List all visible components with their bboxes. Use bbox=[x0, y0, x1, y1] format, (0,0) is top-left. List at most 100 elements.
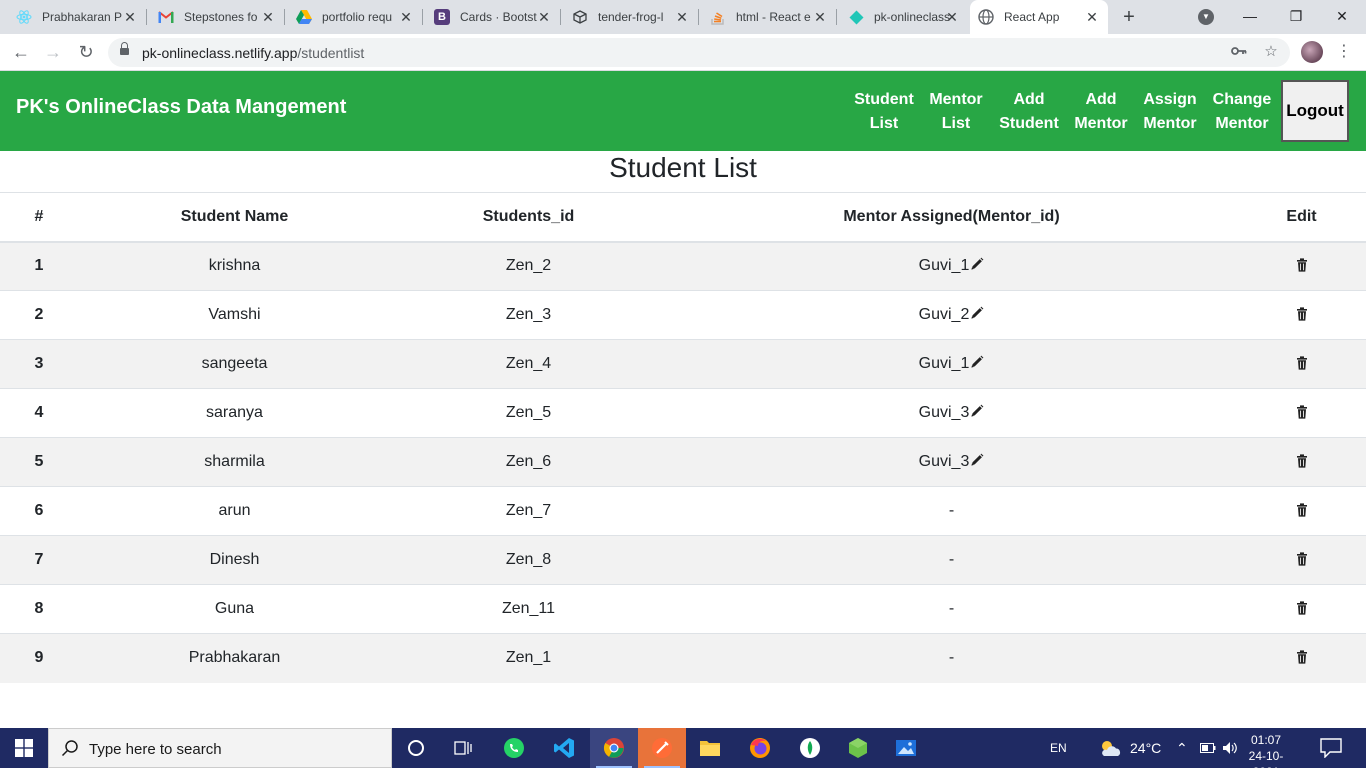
postman-icon[interactable] bbox=[638, 728, 686, 768]
task-view-icon[interactable] bbox=[440, 728, 488, 768]
back-icon[interactable]: ← bbox=[10, 41, 32, 63]
delete-trash-icon[interactable] bbox=[1296, 258, 1308, 272]
close-tab-icon[interactable]: ✕ bbox=[398, 9, 414, 25]
tab-search-icon[interactable]: ▼ bbox=[1198, 9, 1214, 25]
url-text[interactable]: pk-onlineclass.netlify.app/studentlist bbox=[142, 45, 364, 61]
mentor-assigned-cell: - bbox=[666, 486, 1237, 536]
nav-add-student[interactable]: Add Student bbox=[996, 88, 1062, 136]
student-id: Zen_1 bbox=[391, 633, 666, 683]
close-tab-icon[interactable]: ✕ bbox=[674, 9, 690, 25]
mentor-id: Guvi_3 bbox=[918, 453, 970, 470]
row-number: 9 bbox=[0, 633, 78, 683]
tab-divider bbox=[284, 9, 285, 25]
nav-assign-mentor[interactable]: Assign Mentor bbox=[1138, 88, 1202, 136]
nav-label: List bbox=[941, 115, 971, 132]
delete-trash-icon[interactable] bbox=[1296, 552, 1308, 566]
key-icon[interactable] bbox=[1230, 43, 1248, 61]
nav-mentor-list[interactable]: Mentor List bbox=[924, 88, 988, 136]
new-tab-button[interactable]: + bbox=[1118, 6, 1140, 28]
system-clock[interactable]: 01:07 24-10-2021 bbox=[1238, 732, 1294, 780]
edit-mentor-pencil-icon[interactable] bbox=[970, 355, 984, 369]
address-bar[interactable]: pk-onlineclass.netlify.app/studentlist ☆ bbox=[108, 38, 1290, 67]
delete-trash-icon[interactable] bbox=[1296, 503, 1308, 517]
delete-trash-icon[interactable] bbox=[1296, 405, 1308, 419]
cortana-icon[interactable] bbox=[392, 728, 440, 768]
nav-label: Mentor bbox=[1143, 115, 1197, 132]
firefox-icon[interactable] bbox=[736, 728, 784, 768]
bookmark-star-icon[interactable]: ☆ bbox=[1262, 43, 1280, 61]
language-indicator[interactable]: EN bbox=[1050, 728, 1067, 768]
column-header: Students_id bbox=[391, 192, 666, 243]
node-package-icon[interactable] bbox=[834, 728, 882, 768]
close-tab-icon[interactable]: ✕ bbox=[536, 9, 552, 25]
file-explorer-icon[interactable] bbox=[686, 728, 734, 768]
delete-trash-icon[interactable] bbox=[1296, 601, 1308, 615]
restore-icon[interactable]: ❐ bbox=[1284, 4, 1308, 28]
profile-avatar[interactable] bbox=[1301, 41, 1323, 63]
edit-cell bbox=[1237, 584, 1366, 634]
student-name: krishna bbox=[78, 241, 391, 291]
close-tab-icon[interactable]: ✕ bbox=[1084, 9, 1100, 25]
netlify-icon bbox=[848, 9, 864, 25]
mentor-assigned-cell: - bbox=[666, 633, 1237, 683]
close-tab-icon[interactable]: ✕ bbox=[812, 9, 828, 25]
student-id: Zen_3 bbox=[391, 290, 666, 340]
nav-change-mentor[interactable]: Change Mentor bbox=[1208, 88, 1276, 136]
edit-mentor-pencil-icon[interactable] bbox=[970, 404, 984, 418]
browser-tab-active[interactable]: React App ✕ bbox=[970, 0, 1108, 34]
browser-tab[interactable]: pk-onlineclass ✕ bbox=[840, 0, 968, 34]
delete-trash-icon[interactable] bbox=[1296, 307, 1308, 321]
nav-label: Mentor bbox=[1215, 115, 1269, 132]
delete-trash-icon[interactable] bbox=[1296, 356, 1308, 370]
search-icon bbox=[61, 740, 78, 757]
edit-mentor-pencil-icon[interactable] bbox=[970, 306, 984, 320]
nav-student-list[interactable]: Student List bbox=[850, 88, 918, 136]
mentor-id: - bbox=[948, 502, 955, 519]
window-close-icon[interactable]: ✕ bbox=[1330, 4, 1354, 28]
mentor-id: - bbox=[948, 600, 955, 617]
minimize-icon[interactable]: — bbox=[1238, 4, 1262, 28]
browser-tab[interactable]: Prabhakaran P ✕ bbox=[8, 0, 146, 34]
student-id: Zen_5 bbox=[391, 388, 666, 438]
mongodb-compass-icon[interactable] bbox=[786, 728, 834, 768]
browser-tab[interactable]: html - React e ✕ bbox=[702, 0, 836, 34]
weather-widget[interactable]: 24°C bbox=[1098, 728, 1161, 768]
student-name: Dinesh bbox=[78, 535, 391, 585]
nav-label: Student bbox=[854, 91, 914, 108]
logout-button[interactable]: Logout bbox=[1281, 80, 1349, 142]
close-tab-icon[interactable]: ✕ bbox=[122, 9, 138, 25]
row-number: 5 bbox=[0, 437, 78, 487]
browser-tab[interactable]: B Cards · Bootst ✕ bbox=[426, 0, 560, 34]
app-brand[interactable]: PK's OnlineClass Data Mangement bbox=[16, 96, 346, 119]
edit-mentor-pencil-icon[interactable] bbox=[970, 257, 984, 271]
browser-tab[interactable]: portfolio requ ✕ bbox=[288, 0, 422, 34]
nav-label: Mentor bbox=[1074, 115, 1128, 132]
browser-menu-icon[interactable]: ⋮ bbox=[1336, 41, 1352, 63]
chrome-taskbar-icon[interactable] bbox=[590, 728, 638, 768]
notification-center-icon[interactable] bbox=[1320, 738, 1342, 759]
student-id: Zen_4 bbox=[391, 339, 666, 389]
battery-icon[interactable] bbox=[1200, 728, 1216, 768]
edit-mentor-pencil-icon[interactable] bbox=[970, 453, 984, 467]
whatsapp-icon[interactable] bbox=[490, 728, 538, 768]
browser-tab[interactable]: tender-frog-l ✕ bbox=[564, 0, 698, 34]
delete-trash-icon[interactable] bbox=[1296, 454, 1308, 468]
taskbar-search-box[interactable]: Type here to search bbox=[48, 728, 392, 768]
student-id: Zen_6 bbox=[391, 437, 666, 487]
row-number: 8 bbox=[0, 584, 78, 634]
nav-add-mentor[interactable]: Add Mentor bbox=[1070, 88, 1132, 136]
windows-start-icon[interactable] bbox=[0, 728, 48, 768]
forward-icon[interactable]: → bbox=[42, 41, 64, 63]
mentor-assigned-cell: Guvi_3 bbox=[666, 388, 1237, 438]
close-tab-icon[interactable]: ✕ bbox=[260, 9, 276, 25]
browser-tab[interactable]: Stepstones fo ✕ bbox=[150, 0, 284, 34]
clock-time: 01:07 bbox=[1250, 733, 1282, 747]
photos-icon[interactable] bbox=[882, 728, 930, 768]
vscode-icon[interactable] bbox=[540, 728, 588, 768]
delete-trash-icon[interactable] bbox=[1296, 650, 1308, 664]
close-tab-icon[interactable]: ✕ bbox=[944, 9, 960, 25]
student-name: sharmila bbox=[78, 437, 391, 487]
reload-icon[interactable]: ↻ bbox=[75, 41, 97, 63]
show-hidden-icons-chevron-icon[interactable]: ⌃ bbox=[1176, 728, 1188, 768]
volume-icon[interactable] bbox=[1222, 728, 1238, 768]
